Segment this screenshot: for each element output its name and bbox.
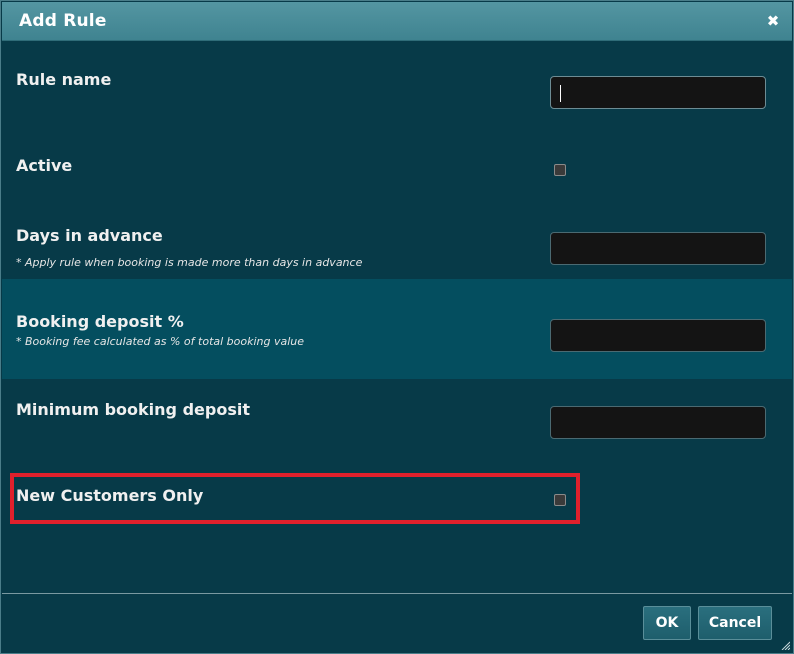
days-in-advance-hint: * Apply rule when booking is made more t…: [16, 256, 363, 269]
add-rule-dialog: Add Rule ✖ Rule name Active Days in adva…: [0, 0, 794, 654]
cancel-button[interactable]: Cancel: [698, 606, 772, 640]
rule-name-input[interactable]: [550, 76, 766, 109]
dialog-titlebar[interactable]: Add Rule ✖: [2, 2, 792, 41]
close-icon[interactable]: ✖: [766, 14, 780, 29]
resize-handle-icon[interactable]: [781, 641, 790, 650]
days-in-advance-input[interactable]: [550, 232, 766, 265]
booking-deposit-hint: * Booking fee calculated as % of total b…: [16, 335, 305, 348]
active-checkbox[interactable]: [554, 164, 566, 176]
text-caret: [560, 85, 561, 102]
booking-deposit-label: Booking deposit %: [16, 312, 184, 331]
days-in-advance-label: Days in advance: [16, 226, 163, 245]
booking-deposit-input[interactable]: [550, 319, 766, 352]
active-label: Active: [16, 156, 73, 175]
dialog-title: Add Rule: [19, 11, 107, 31]
minimum-booking-deposit-label: Minimum booking deposit: [16, 400, 250, 419]
ok-button[interactable]: OK: [643, 606, 691, 640]
rule-name-label: Rule name: [16, 70, 112, 89]
footer-divider: [2, 593, 792, 594]
annotation-highlight-box: [10, 473, 580, 524]
minimum-booking-deposit-input[interactable]: [550, 406, 766, 439]
